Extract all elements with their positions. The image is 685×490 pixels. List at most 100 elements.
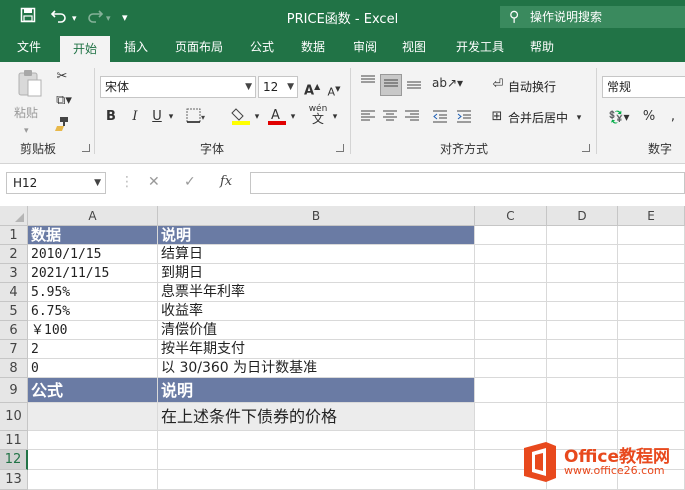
tab-insert[interactable]: 插入 — [112, 34, 160, 62]
row-header-4[interactable]: 4 — [0, 283, 28, 302]
cell-d9[interactable] — [547, 378, 618, 403]
cell-b11[interactable] — [158, 431, 475, 450]
row-header-10[interactable]: 10 — [0, 403, 28, 431]
font-name-combo[interactable]: 宋体 ▼ — [100, 76, 256, 98]
cell-b6[interactable]: 清偿价值 — [158, 321, 475, 340]
align-middle-button[interactable] — [380, 74, 402, 96]
formula-input[interactable] — [250, 172, 685, 194]
tab-file[interactable]: 文件 — [4, 34, 54, 62]
number-format-combo[interactable]: 常规 — [602, 76, 685, 98]
row-header-3[interactable]: 3 — [0, 264, 28, 283]
tab-review[interactable]: 审阅 — [342, 34, 388, 62]
cell-d1[interactable] — [547, 226, 618, 245]
row-header-9[interactable]: 9 — [0, 378, 28, 403]
cell-c9[interactable] — [475, 378, 547, 403]
cell-a2[interactable]: 2010/1/15 — [28, 245, 158, 264]
font-color-button[interactable]: A — [266, 106, 288, 132]
phonetic-dropdown-icon[interactable]: ▾ — [330, 108, 340, 126]
row-header-13[interactable]: 13 — [0, 470, 28, 490]
wrap-text-icon[interactable]: ⏎ — [490, 76, 506, 94]
increase-indent-button[interactable] — [454, 108, 474, 130]
cell-a6[interactable]: ￥100 — [28, 321, 158, 340]
cell-c10[interactable] — [475, 403, 547, 431]
cell-d6[interactable] — [547, 321, 618, 340]
phonetic-button[interactable]: wén 文 — [306, 104, 330, 126]
clipboard-launcher-icon[interactable] — [82, 144, 90, 152]
alignment-launcher-icon[interactable] — [582, 144, 590, 152]
cell-e7[interactable] — [618, 340, 685, 359]
column-header-b[interactable]: B — [158, 206, 475, 226]
cell-d10[interactable] — [547, 403, 618, 431]
borders-button[interactable]: ▾ — [184, 108, 208, 130]
font-launcher-icon[interactable] — [336, 144, 344, 152]
align-right-button[interactable] — [402, 108, 422, 130]
tab-view[interactable]: 视图 — [392, 34, 436, 62]
cell-b3[interactable]: 到期日 — [158, 264, 475, 283]
align-center-button[interactable] — [380, 108, 400, 130]
cancel-icon[interactable]: ✕ — [148, 174, 160, 190]
cell-a11[interactable] — [28, 431, 158, 450]
cell-d5[interactable] — [547, 302, 618, 321]
cell-c4[interactable] — [475, 283, 547, 302]
underline-dropdown-icon[interactable]: ▾ — [166, 108, 176, 126]
underline-button[interactable]: U — [148, 108, 166, 126]
cell-a4[interactable]: 5.95% — [28, 283, 158, 302]
tab-data[interactable]: 数据 — [290, 34, 336, 62]
format-painter-icon[interactable] — [52, 116, 72, 138]
cell-e10[interactable] — [618, 403, 685, 431]
column-header-c[interactable]: C — [475, 206, 547, 226]
decrease-indent-button[interactable] — [430, 108, 450, 130]
shrink-font-button[interactable]: A▼ — [326, 80, 342, 102]
cell-a7[interactable]: 2 — [28, 340, 158, 359]
font-color-dropdown-icon[interactable]: ▾ — [288, 108, 298, 126]
cell-b5[interactable]: 收益率 — [158, 302, 475, 321]
cell-d7[interactable] — [547, 340, 618, 359]
font-size-combo[interactable]: 12 ▼ — [258, 76, 298, 98]
row-header-7[interactable]: 7 — [0, 340, 28, 359]
row-header-1[interactable]: 1 — [0, 226, 28, 245]
merge-center-button[interactable]: 合并后居中 — [508, 109, 568, 127]
cell-c1[interactable] — [475, 226, 547, 245]
tab-help[interactable]: 帮助 — [522, 34, 562, 62]
merge-center-icon[interactable]: ⊞ — [488, 108, 506, 126]
cell-e4[interactable] — [618, 283, 685, 302]
tell-me-search[interactable]: ⚲ 操作说明搜索 — [500, 6, 685, 28]
cell-d8[interactable] — [547, 359, 618, 378]
tab-developer[interactable]: 开发工具 — [444, 34, 516, 62]
cell-c2[interactable] — [475, 245, 547, 264]
row-header-12[interactable]: 12 — [0, 450, 28, 470]
wrap-text-button[interactable]: 自动换行 — [508, 78, 556, 96]
cell-a8[interactable]: 0 — [28, 359, 158, 378]
column-header-d[interactable]: D — [547, 206, 618, 226]
tab-page-layout[interactable]: 页面布局 — [164, 34, 234, 62]
orientation-button[interactable]: ab↗▾ — [432, 74, 463, 92]
cell-d4[interactable] — [547, 283, 618, 302]
tab-home[interactable]: 开始 — [60, 36, 110, 62]
cell-e6[interactable] — [618, 321, 685, 340]
merge-dropdown-icon[interactable]: ▾ — [574, 109, 584, 127]
cell-b7[interactable]: 按半年期支付 — [158, 340, 475, 359]
select-all-button[interactable] — [0, 206, 28, 226]
cell-c3[interactable] — [475, 264, 547, 283]
fill-color-button[interactable] — [230, 106, 252, 132]
cell-b1[interactable]: 说明 — [158, 226, 475, 245]
tab-formulas[interactable]: 公式 — [240, 34, 284, 62]
align-bottom-button[interactable] — [404, 74, 424, 96]
cell-d2[interactable] — [547, 245, 618, 264]
cell-c8[interactable] — [475, 359, 547, 378]
italic-button[interactable]: I — [126, 108, 144, 126]
cell-b8[interactable]: 以 30/360 为日计数基准 — [158, 359, 475, 378]
accounting-format-button[interactable]: 💱▾ — [604, 108, 634, 126]
cell-b13[interactable] — [158, 470, 475, 490]
cell-e8[interactable] — [618, 359, 685, 378]
grow-font-button[interactable]: A▲ — [304, 78, 320, 100]
comma-style-button[interactable]: , — [664, 108, 682, 126]
cut-icon[interactable]: ✂ — [52, 68, 72, 86]
cell-b2[interactable]: 结算日 — [158, 245, 475, 264]
align-left-button[interactable] — [358, 108, 378, 130]
cell-a10[interactable] — [28, 403, 158, 431]
row-header-8[interactable]: 8 — [0, 359, 28, 378]
cell-c7[interactable] — [475, 340, 547, 359]
cell-c5[interactable] — [475, 302, 547, 321]
percent-button[interactable]: % — [640, 108, 658, 126]
